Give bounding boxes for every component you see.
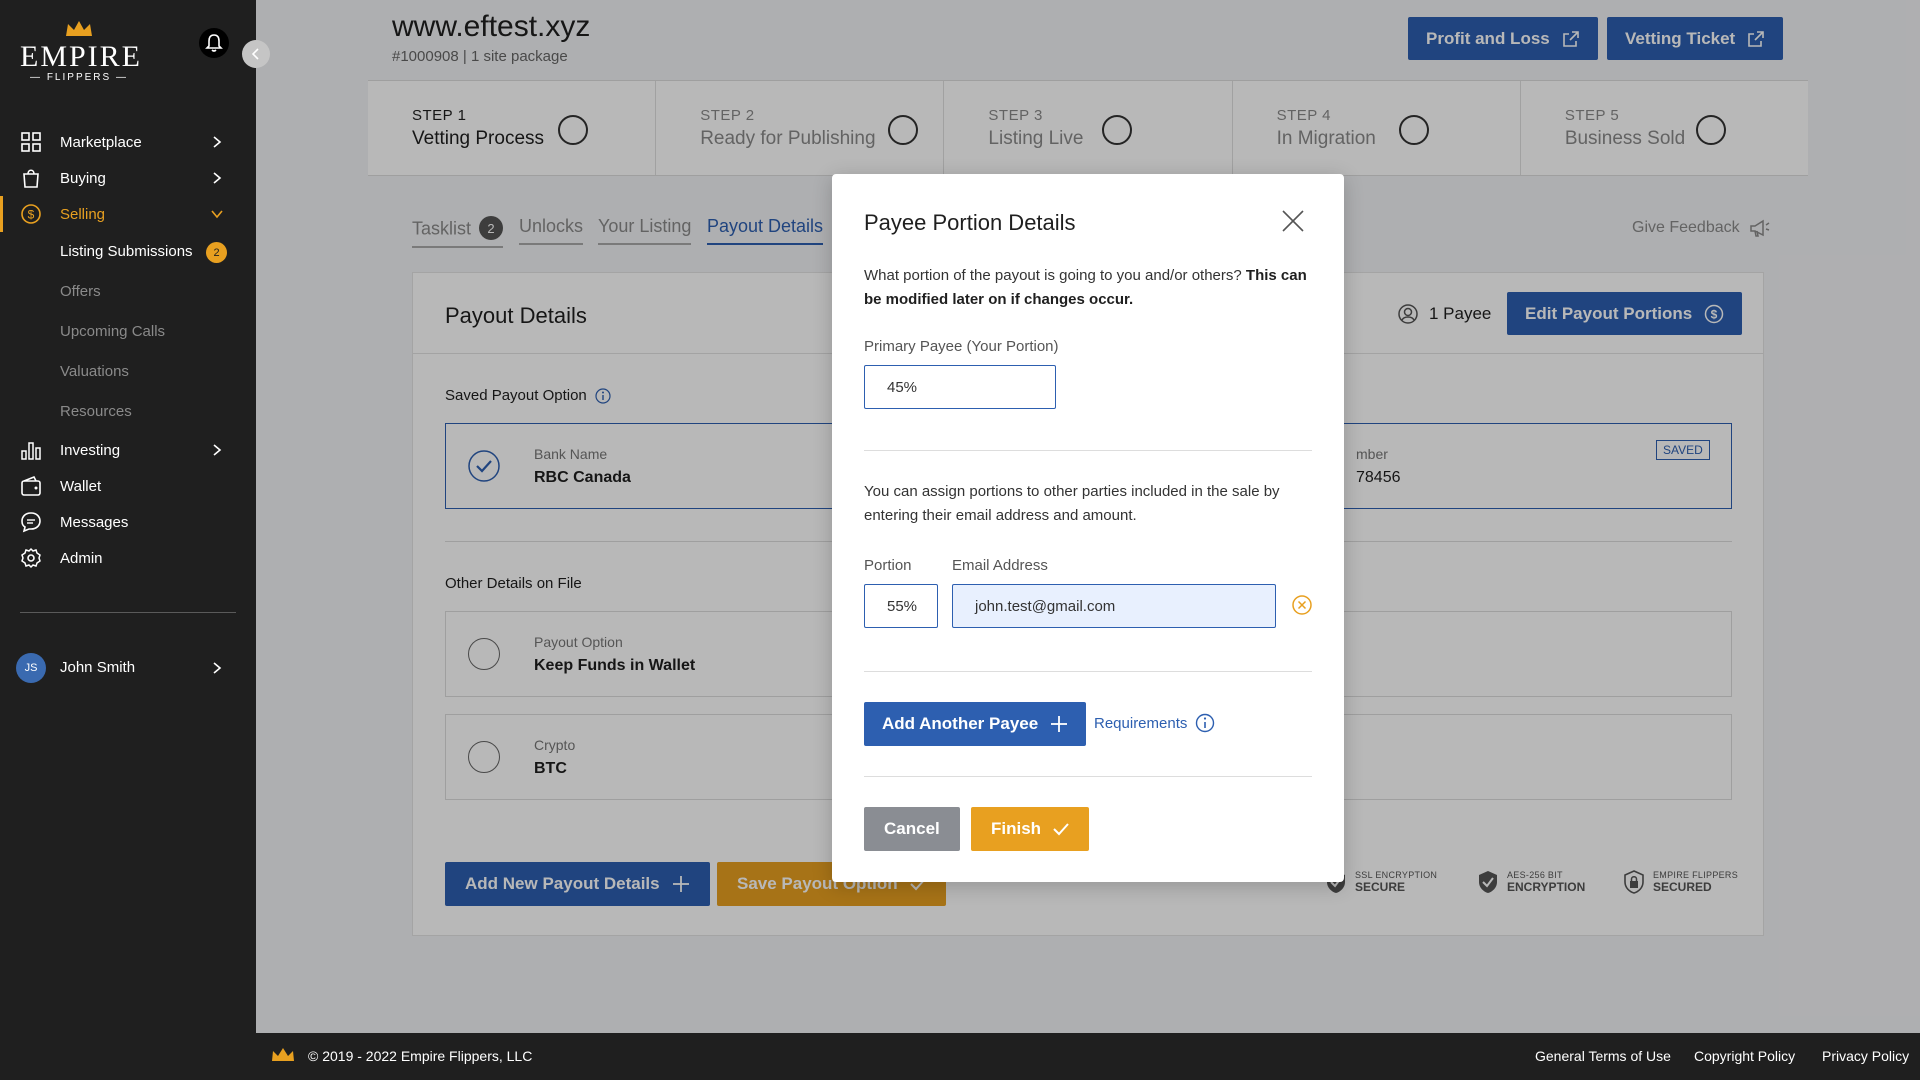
add-another-payee-button[interactable]: Add Another Payee — [864, 702, 1087, 746]
sidebar-item-label: Admin — [60, 549, 103, 567]
bar-chart-icon — [21, 442, 41, 460]
user-name: John Smith — [60, 659, 136, 676]
sidebar-item-label: Investing — [60, 441, 121, 459]
sidebar-item-selling[interactable]: $ Selling — [0, 196, 256, 232]
remove-payee-icon[interactable] — [1291, 594, 1313, 616]
grid-icon — [21, 132, 41, 152]
cancel-button[interactable]: Cancel — [864, 807, 960, 851]
chevron-right-icon — [213, 172, 222, 184]
user-menu[interactable]: JS John Smith — [0, 650, 256, 686]
close-icon[interactable] — [1280, 208, 1306, 234]
collapse-sidebar-button[interactable] — [242, 40, 270, 68]
sidebar-subitem-valuations[interactable]: Valuations — [60, 363, 129, 380]
modal-intro: What portion of the payout is going to y… — [864, 264, 1314, 312]
sidebar-item-label: Buying — [60, 169, 106, 187]
copyright-text: © 2019 - 2022 Empire Flippers, LLC — [308, 1048, 533, 1064]
terms-link[interactable]: General Terms of Use — [1535, 1048, 1671, 1064]
svg-text:$: $ — [28, 208, 35, 222]
modal-divider — [864, 450, 1312, 451]
requirements-link[interactable]: Requirements — [1094, 713, 1215, 733]
primary-payee-portion-input[interactable]: 45% — [864, 365, 1056, 409]
modal-title: Payee Portion Details — [864, 210, 1076, 235]
sidebar-item-label: Selling — [60, 205, 106, 223]
avatar: JS — [16, 653, 46, 683]
sidebar-item-messages[interactable]: Messages — [0, 504, 256, 540]
sidebar-item-wallet[interactable]: Wallet — [0, 468, 256, 504]
chat-bubble-icon — [21, 512, 41, 533]
assign-portions-text: You can assign portions to other parties… — [864, 483, 1280, 524]
sidebar-divider — [20, 612, 236, 613]
sidebar-item-label: Messages — [60, 513, 129, 531]
copyright-policy-link[interactable]: Copyright Policy — [1694, 1048, 1795, 1064]
gear-icon — [21, 547, 41, 569]
privacy-policy-link[interactable]: Privacy Policy — [1822, 1048, 1909, 1064]
sidebar-item-marketplace[interactable]: Marketplace — [0, 124, 256, 160]
sidebar-item-investing[interactable]: Investing — [0, 432, 256, 468]
sidebar-item-buying[interactable]: Buying — [0, 160, 256, 196]
payee-portion-modal: Payee Portion Details What portion of th… — [832, 174, 1344, 882]
chevron-right-icon — [213, 444, 222, 456]
requirements-label: Requirements — [1094, 714, 1188, 732]
portion-label: Portion — [864, 557, 912, 574]
dollar-circle-icon: $ — [21, 204, 41, 224]
button-label: Finish — [991, 819, 1042, 838]
crown-icon — [272, 1048, 294, 1061]
button-label: Add Another Payee — [882, 714, 1039, 733]
finish-button[interactable]: Finish — [971, 807, 1090, 851]
empire-flippers-logo[interactable]: EMPIRE — FLIPPERS — — [20, 20, 143, 83]
sidebar-subitem-listing-submissions[interactable]: Listing Submissions — [60, 243, 193, 260]
chevron-left-icon — [251, 48, 259, 60]
sidebar-item-label: Wallet — [60, 477, 102, 495]
modal-divider — [864, 671, 1312, 672]
sidebar-subitem-offers[interactable]: Offers — [60, 283, 101, 300]
sidebar-subitem-resources[interactable]: Resources — [60, 403, 132, 420]
shopping-bag-icon — [23, 169, 39, 188]
primary-payee-label: Primary Payee (Your Portion) — [864, 338, 1059, 355]
sidebar-subitem-upcoming-calls[interactable]: Upcoming Calls — [60, 323, 165, 340]
sidebar: EMPIRE — FLIPPERS — Marketplace Buying $… — [0, 0, 270, 1080]
check-icon — [1053, 823, 1069, 836]
chevron-right-icon — [213, 662, 222, 674]
chevron-right-icon — [213, 136, 222, 148]
logo-subtext: — FLIPPERS — — [30, 72, 128, 83]
logo-text: EMPIRE — [20, 40, 143, 73]
footer: © 2019 - 2022 Empire Flippers, LLC Gener… — [256, 1033, 1920, 1080]
modal-divider — [864, 776, 1312, 777]
listing-submissions-badge: 2 — [206, 242, 227, 263]
notifications-bell-icon[interactable] — [199, 28, 229, 58]
sidebar-item-admin[interactable]: Admin — [0, 540, 256, 576]
plus-icon — [1051, 716, 1068, 732]
intro-text: What portion of the payout is going to y… — [864, 267, 1242, 284]
payee-email-input[interactable]: john.test@gmail.com — [952, 584, 1276, 628]
payee-portion-input[interactable]: 55% — [864, 584, 938, 628]
crown-icon — [66, 21, 92, 36]
info-icon — [1196, 713, 1215, 733]
email-address-label: Email Address — [952, 557, 1048, 574]
chevron-down-icon — [211, 210, 223, 219]
wallet-icon — [21, 475, 41, 496]
sidebar-item-label: Marketplace — [60, 133, 142, 151]
